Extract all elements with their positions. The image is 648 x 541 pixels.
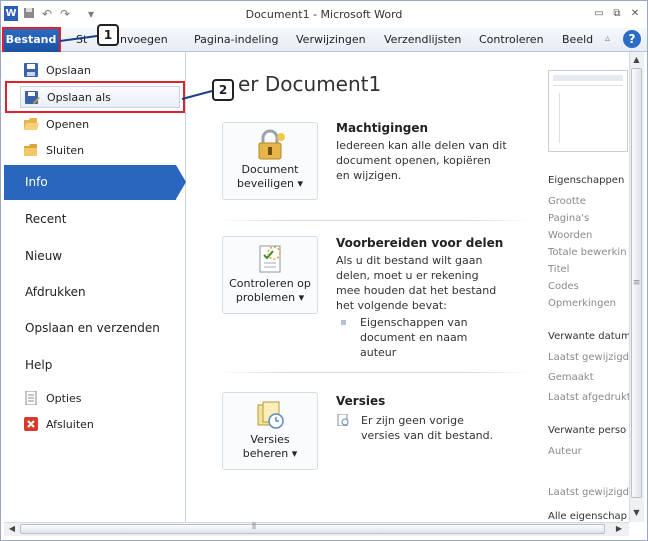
callout-badge-1: 1 (97, 24, 119, 46)
callout-badge-2: 2 (212, 79, 234, 101)
callout-connectors (59, 35, 213, 100)
